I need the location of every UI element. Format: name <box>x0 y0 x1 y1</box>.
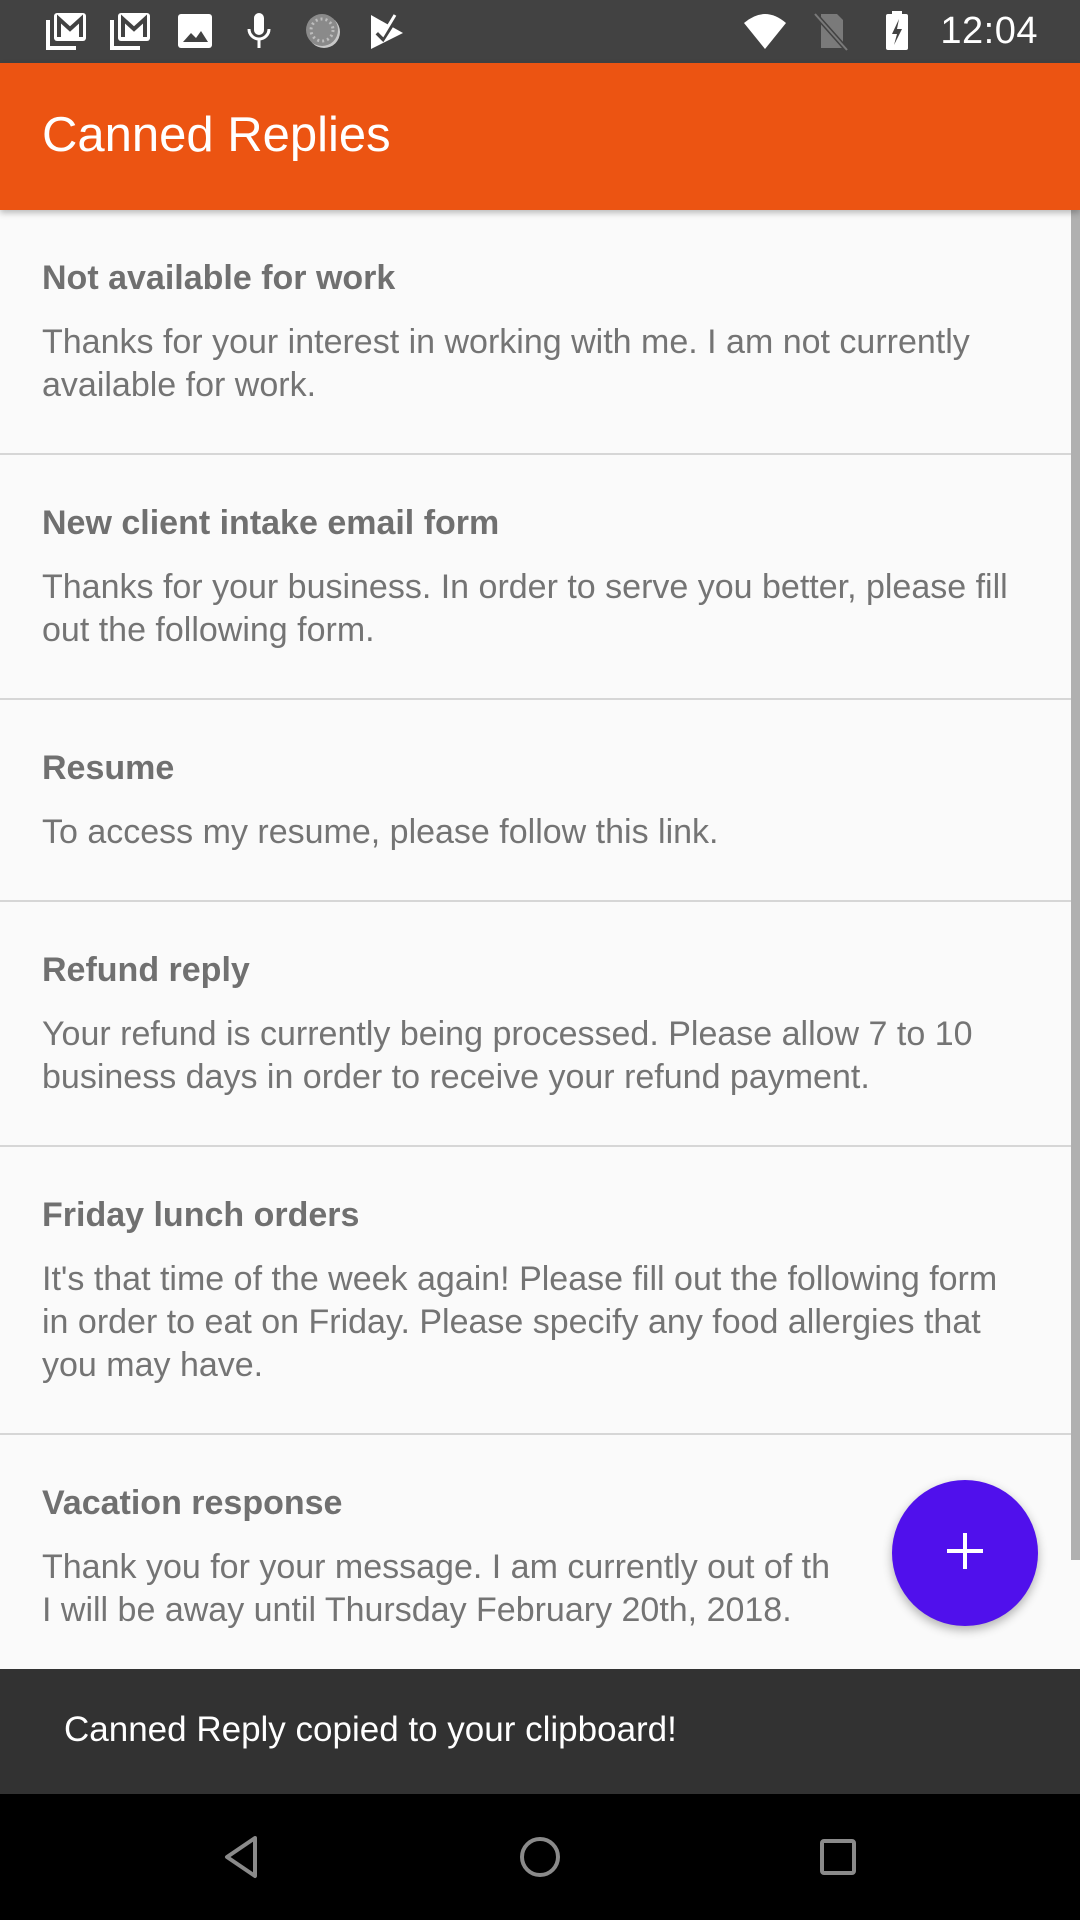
reply-body: To access my resume, please follow this … <box>42 813 719 851</box>
list-item[interactable]: New client intake email form Thanks for … <box>0 455 1080 700</box>
add-reply-button[interactable] <box>892 1480 1038 1626</box>
reply-title: Not available for work <box>42 259 396 297</box>
reply-body-line: Thank you for your message. I am current… <box>42 1548 831 1586</box>
mic-icon <box>236 10 282 52</box>
home-icon <box>518 1835 562 1884</box>
list-item[interactable]: Not available for work Thanks for your i… <box>0 210 1080 455</box>
recents-icon <box>818 1837 858 1882</box>
page-title: Canned Replies <box>42 108 391 162</box>
wifi-icon <box>742 10 788 52</box>
reply-body: It's that time of the week again! Please… <box>42 1260 998 1384</box>
battery-charging-icon <box>874 10 920 52</box>
snackbar-message: Canned Reply copied to your clipboard! <box>64 1710 677 1749</box>
reply-body: Your refund is currently being processed… <box>42 1015 973 1096</box>
recents-button[interactable] <box>803 1824 873 1894</box>
navigation-bar <box>0 1794 1080 1920</box>
play-store-check-icon <box>364 10 410 52</box>
plus-icon <box>945 1531 985 1576</box>
back-icon <box>221 1835 261 1884</box>
reply-body: Thanks for your interest in working with… <box>42 323 970 404</box>
gmail-icon <box>44 10 90 52</box>
canned-replies-list: Not available for work Thanks for your i… <box>0 210 1080 1680</box>
reply-body: Thanks for your business. In order to se… <box>42 568 1008 649</box>
app-bar: Canned Replies <box>0 63 1080 210</box>
reply-title: Friday lunch orders <box>42 1196 360 1234</box>
reply-title: New client intake email form <box>42 504 500 542</box>
no-sim-icon <box>808 10 854 52</box>
image-icon <box>172 10 218 52</box>
sync-icon <box>300 10 346 52</box>
reply-body-line: I will be away until Thursday February 2… <box>42 1591 792 1629</box>
list-item[interactable]: Refund reply Your refund is currently be… <box>0 902 1080 1147</box>
reply-title: Vacation response <box>42 1484 343 1522</box>
list-item[interactable]: Friday lunch orders It's that time of th… <box>0 1147 1080 1435</box>
snackbar: Canned Reply copied to your clipboard! <box>0 1669 1080 1794</box>
back-button[interactable] <box>206 1824 276 1894</box>
reply-title: Resume <box>42 749 175 787</box>
list-item[interactable]: Resume To access my resume, please follo… <box>0 700 1080 902</box>
gmail-icon <box>108 10 154 52</box>
reply-body: Thank you for your message. I am current… <box>42 1546 1022 1632</box>
status-bar: 12:04 <box>0 0 1080 63</box>
scrollbar[interactable] <box>1071 210 1080 1560</box>
home-button[interactable] <box>505 1824 575 1894</box>
status-clock: 12:04 <box>940 9 1038 52</box>
reply-title: Refund reply <box>42 951 250 989</box>
